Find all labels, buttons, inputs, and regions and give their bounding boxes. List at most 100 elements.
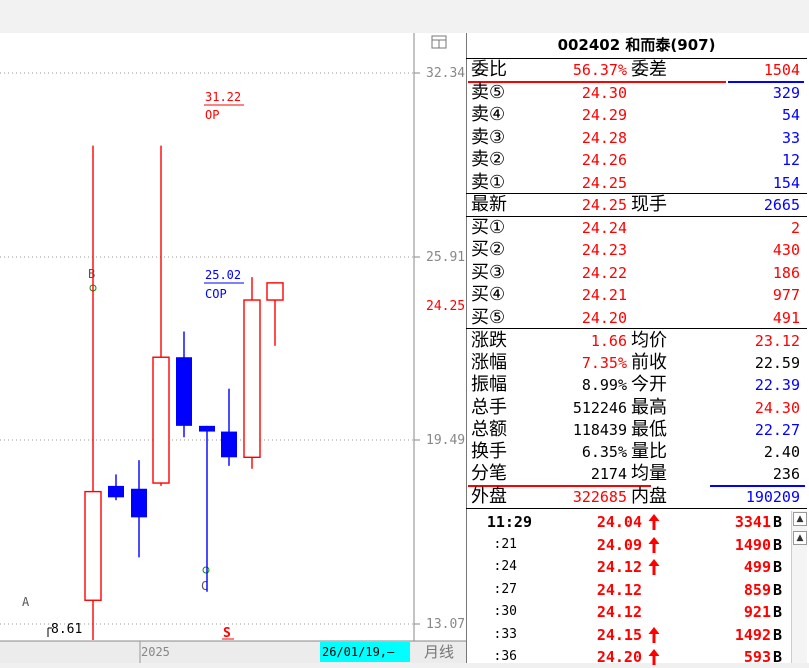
period-label[interactable]: 月线 [424, 643, 454, 661]
tick-side: B [773, 558, 783, 576]
tick-time: :24 [493, 559, 517, 574]
weibi-label: 委比 [471, 59, 507, 80]
bid-price: 24.24 [581, 219, 627, 237]
ask-price: 24.26 [581, 151, 627, 170]
date-axis-year: 2025 [141, 645, 170, 659]
stock-title: 002402 和而泰(907) [557, 36, 716, 54]
stat-label: 最低 [631, 418, 667, 440]
stat-value: 236 [772, 465, 800, 484]
ask-volume: 12 [781, 151, 800, 170]
tick-volume: 593 [743, 648, 771, 666]
up-arrow-icon [648, 514, 660, 530]
kline-chart-canvas[interactable]: 32.34 25.91 19.49 13.07 24.25 31.22 OP 2… [0, 33, 466, 663]
candle-body [199, 425, 215, 432]
tick-row: :27 24.12 859 B [466, 579, 807, 601]
stat-label: 今开 [631, 374, 667, 396]
stat-label: 振幅 [471, 374, 507, 396]
kline-chart[interactable]: 32.34 25.91 19.49 13.07 24.25 31.22 OP 2… [0, 33, 466, 663]
ask-label: 卖② [471, 149, 506, 171]
ask-volume: 329 [772, 84, 800, 102]
tick-row: 11:29 24.04 3341 B [466, 511, 807, 533]
bid-row: 买④ 24.21 977 [466, 284, 807, 306]
ask-row: 卖① 24.25 154 [466, 172, 807, 194]
waipan-row: 外盘 322685 内盘 190209 [466, 486, 807, 508]
stat-value: 6.35% [581, 443, 627, 461]
y-axis-label: 19.49 [426, 433, 465, 448]
tick-side: B [773, 535, 783, 554]
stat-value: 2174 [590, 465, 627, 484]
bid-label: 买⑤ [471, 306, 506, 328]
candle[interactable] [84, 145, 102, 640]
stat-label: 分笔 [471, 463, 507, 485]
tick-row: :30 24.12 921 B [466, 601, 807, 623]
bid-label: 买② [471, 239, 506, 261]
scroll-up-arrow[interactable]: ▲ [793, 512, 807, 526]
window-title-bar [0, 0, 809, 34]
wave-point-a: A [22, 595, 30, 609]
tick-scrollbar[interactable]: ▲ ▲ [791, 511, 807, 663]
stat-label: 前收 [631, 352, 667, 374]
stat-label: 均价 [631, 330, 667, 351]
stat-label: 均量 [631, 463, 667, 485]
ask-price: 24.30 [581, 84, 627, 102]
tick-price: 24.20 [596, 648, 642, 666]
tick-time: :21 [493, 536, 517, 552]
scroll-up-arrow[interactable]: ▲ [793, 531, 807, 545]
tick-time: :27 [493, 581, 517, 597]
tick-volume: 499 [743, 558, 771, 576]
ask-label: 卖④ [471, 104, 506, 126]
ask-label: 卖③ [471, 126, 506, 148]
bid-volume: 491 [772, 308, 800, 327]
candle-body [266, 282, 284, 301]
candle[interactable] [108, 474, 124, 501]
weibi-row: 委比 56.37% 委差 1504 [466, 59, 807, 81]
tick-row: :21 24.09 1490 B [466, 534, 807, 556]
stat-row: 换手 6.35% 量比 2.40 [466, 441, 807, 463]
waipan-value: 322685 [572, 488, 627, 506]
tick-volume: 3341 [734, 513, 771, 531]
candle[interactable] [266, 282, 284, 346]
stat-row: 分笔 2174 均量 236 [466, 463, 807, 485]
bid-price: 24.20 [581, 308, 627, 327]
ask-label: 卖⑤ [471, 82, 506, 103]
stat-value: 22.59 [754, 354, 800, 373]
stat-row: 总额 118439 最低 22.27 [466, 419, 807, 441]
candle-body [131, 488, 147, 518]
candle[interactable] [176, 331, 192, 438]
stat-value: 22.27 [754, 420, 800, 439]
up-arrow-icon [648, 559, 660, 575]
layout-toggle-icon[interactable] [431, 35, 447, 49]
bid-row: 买③ 24.22 186 [466, 262, 807, 284]
stat-label: 总额 [471, 418, 507, 440]
candle[interactable] [152, 145, 170, 486]
weibi-value: 56.37% [572, 61, 627, 79]
current-price-label: 24.25 [426, 299, 465, 314]
tick-row: :33 24.15 1492 B [466, 624, 807, 646]
stat-label: 涨幅 [471, 352, 507, 374]
stat-value: 7.35% [581, 354, 627, 373]
candle[interactable] [221, 388, 237, 466]
bid-row: 买② 24.23 430 [466, 239, 807, 261]
cursor-date: 26/01/19,— [322, 645, 395, 659]
stat-label: 最高 [631, 396, 667, 418]
wave-point-b: B [88, 267, 95, 281]
candle[interactable] [243, 277, 261, 469]
bid-label: 买④ [471, 284, 506, 306]
tick-row: :36 24.20 593 B [466, 646, 807, 668]
latest-row: 最新 24.25 现手 2665 [466, 194, 807, 216]
bid-price: 24.21 [581, 286, 627, 305]
candle[interactable] [199, 425, 215, 592]
ask-price: 24.29 [581, 106, 627, 125]
bid-price: 24.22 [581, 263, 627, 282]
tick-volume: 921 [743, 603, 771, 621]
ask-price: 24.28 [581, 128, 627, 147]
candle[interactable] [131, 460, 147, 558]
bid-volume: 977 [772, 286, 800, 305]
stat-value: 1.66 [590, 332, 627, 350]
op-label: OP [205, 108, 219, 122]
bid-volume: 186 [772, 263, 800, 282]
stat-value: 8.99% [581, 376, 627, 395]
xianshou-label: 现手 [631, 194, 667, 215]
tick-volume: 859 [743, 580, 771, 599]
bid-label: 买③ [471, 261, 506, 283]
